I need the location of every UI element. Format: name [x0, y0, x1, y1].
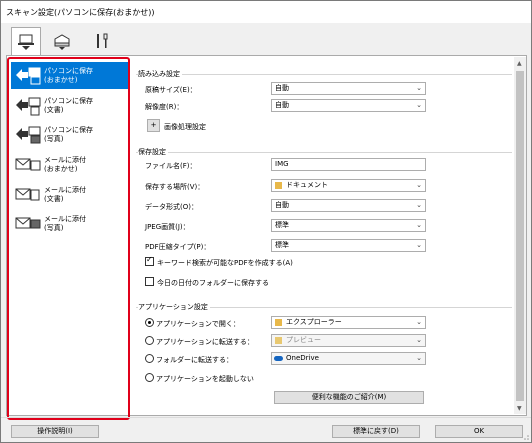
instructions-button[interactable]: 操作説明(I)	[11, 425, 99, 438]
save-in-label: 保存する場所(V)：	[145, 183, 205, 191]
chevron-down-icon: ⌄	[416, 84, 422, 92]
tab-scan-from-operation-panel[interactable]	[47, 27, 77, 55]
send-to-app-radio[interactable]	[145, 336, 154, 345]
data-format-label: データ形式(O)：	[145, 203, 198, 211]
image-processing-expand-button[interactable]: +	[147, 119, 160, 132]
send-to-folder-label: フォルダーに転送する：	[156, 356, 233, 364]
save-settings-title: 保存設定	[138, 147, 168, 157]
keyword-pdf-label: キーワード検索が可能なPDFを作成する(A)	[157, 259, 293, 267]
resolution-label: 解像度(R)：	[145, 103, 184, 111]
resolution-value: 自動	[275, 101, 289, 109]
chevron-down-icon: ⌄	[416, 221, 422, 229]
save-settings-divider	[136, 152, 512, 153]
pdf-compression-label: PDF圧縮タイプ(P)：	[145, 243, 211, 251]
image-processing-label: 画像処理設定	[164, 123, 206, 131]
scan-options-title: 読み込み設定	[138, 69, 182, 79]
jpeg-quality-select[interactable]: 標準 ⌄	[271, 219, 426, 232]
chevron-down-icon: ⌄	[416, 101, 422, 109]
folder-icon	[275, 182, 282, 189]
onedrive-icon	[274, 356, 283, 361]
scroll-down-icon[interactable]: ▼	[517, 405, 522, 412]
open-with-value: エクスプローラー	[286, 318, 342, 326]
chevron-down-icon: ⌄	[416, 318, 422, 326]
send-to-folder-select[interactable]: OneDrive ⌄	[271, 352, 426, 365]
scan-from-computer-icon	[18, 34, 34, 50]
file-name-value: IMG	[275, 160, 289, 168]
file-name-input[interactable]: IMG	[271, 158, 426, 171]
save-in-value: ドキュメント	[286, 181, 328, 189]
footer-divider	[1, 417, 531, 418]
date-folder-label: 今日の日付のフォルダーに保存する	[157, 279, 269, 287]
scroll-up-icon[interactable]: ▲	[517, 60, 522, 67]
explorer-icon	[275, 319, 282, 326]
scan-options-divider	[136, 74, 512, 75]
chevron-down-icon: ⌄	[416, 181, 422, 189]
app-settings-title: アプリケーション設定	[138, 302, 210, 312]
file-name-label: ファイル名(F)：	[145, 162, 197, 170]
pdf-compression-select[interactable]: 標準 ⌄	[271, 239, 426, 252]
sidebar-highlight-outline	[7, 57, 130, 420]
resolution-select[interactable]: 自動 ⌄	[271, 99, 426, 112]
scan-from-operation-panel-icon	[54, 34, 70, 50]
send-to-app-label: アプリケーションに転送する：	[156, 338, 254, 346]
window-title: スキャン設定(パソコンに保存(おまかせ))	[6, 8, 155, 17]
paper-size-value: 自動	[275, 84, 289, 92]
icon-tab-bar	[1, 23, 531, 56]
do-not-start-label: アプリケーションを起動しない	[156, 375, 254, 383]
paper-size-select[interactable]: 自動 ⌄	[271, 82, 426, 95]
send-to-app-value: プレビュー	[286, 336, 321, 344]
chevron-down-icon: ⌄	[416, 241, 422, 249]
tab-general-settings[interactable]	[87, 27, 117, 55]
general-settings-icon	[97, 33, 108, 48]
checkmark-icon: ✓	[146, 255, 153, 264]
paper-size-label: 原稿サイズ(E)：	[145, 86, 197, 94]
send-to-folder-radio[interactable]	[145, 354, 154, 363]
resize-grip-icon[interactable]	[521, 432, 529, 440]
more-functions-button[interactable]: 便利な機能のご紹介(M)	[274, 391, 424, 404]
open-with-label: アプリケーションで開く：	[156, 320, 240, 328]
pdf-compression-value: 標準	[275, 241, 289, 249]
preview-icon	[275, 337, 282, 344]
do-not-start-radio[interactable]	[145, 373, 154, 382]
chevron-down-icon: ⌄	[416, 354, 422, 362]
open-with-radio[interactable]	[145, 318, 154, 327]
keyword-pdf-checkbox[interactable]: ✓	[145, 255, 154, 266]
scrollbar[interactable]: ▲ ▼	[514, 57, 526, 414]
restore-defaults-button[interactable]: 標準に戻す(D)	[332, 425, 420, 438]
title-bar: スキャン設定(パソコンに保存(おまかせ))	[1, 1, 531, 23]
data-format-select[interactable]: 自動 ⌄	[271, 199, 426, 212]
open-with-select[interactable]: エクスプローラー ⌄	[271, 316, 426, 329]
jpeg-quality-value: 標準	[275, 221, 289, 229]
jpeg-quality-label: JPEG画質(J)：	[145, 223, 190, 231]
data-format-value: 自動	[275, 201, 289, 209]
send-to-folder-value: OneDrive	[286, 354, 319, 362]
save-in-select[interactable]: ドキュメント ⌄	[271, 179, 426, 192]
send-to-app-select[interactable]: プレビュー ⌄	[271, 334, 426, 347]
scrollbar-thumb[interactable]	[516, 71, 524, 401]
scan-settings-window: スキャン設定(パソコンに保存(おまかせ)) パソコンに保存 (おまかせ) パソコ…	[0, 0, 532, 443]
date-folder-checkbox[interactable]	[145, 277, 154, 286]
tab-scan-from-computer[interactable]	[11, 27, 41, 56]
chevron-down-icon: ⌄	[416, 336, 422, 344]
chevron-down-icon: ⌄	[416, 201, 422, 209]
ok-button[interactable]: OK	[435, 425, 523, 438]
